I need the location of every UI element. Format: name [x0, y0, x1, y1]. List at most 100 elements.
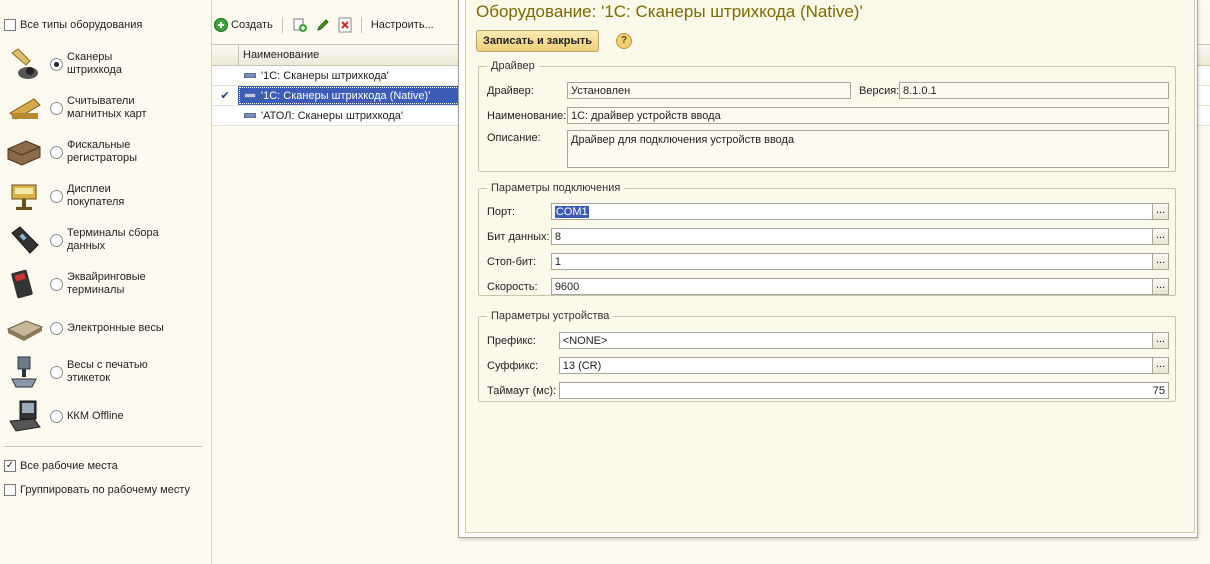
- device-group-legend: Параметры устройства: [491, 310, 610, 322]
- dialog-title: Оборудование: '1С: Сканеры штрихкода (Na…: [476, 2, 863, 21]
- type-radio-magnetic-card-readers[interactable]: [50, 101, 63, 115]
- port-select-button[interactable]: ...: [1153, 203, 1169, 220]
- connection-group: Параметры подключения Порт: COM1 ... Бит…: [478, 182, 1176, 296]
- type-item-acquiring-terminals[interactable]: Эквайринговые терминалы: [6, 264, 206, 304]
- driver-field[interactable]: Установлен: [567, 82, 851, 99]
- group-by-workplace-checkbox-box[interactable]: [4, 484, 16, 496]
- description-label: Описание:: [487, 132, 541, 144]
- type-label: Фискальные регистраторы: [67, 139, 137, 164]
- all-workplaces-checkbox-box[interactable]: ✓: [4, 460, 16, 472]
- name-label: Наименование:: [487, 109, 567, 122]
- data-terminal-icon: [6, 223, 44, 257]
- data-bits-row: Бит данных: 8 ...: [487, 227, 1169, 246]
- plus-circle-icon: [214, 18, 228, 32]
- configure-label: Настроить...: [370, 19, 434, 31]
- description-field[interactable]: Драйвер для подключения устройств ввода: [567, 130, 1169, 168]
- driver-group-legend: Драйвер: [491, 60, 535, 72]
- speed-field[interactable]: 9600: [550, 278, 1154, 295]
- all-types-checkbox-box[interactable]: [4, 19, 16, 31]
- type-radio-label-scales[interactable]: [50, 365, 63, 379]
- port-label: Порт:: [487, 205, 515, 218]
- type-label: Считыватели магнитных карт: [67, 95, 147, 120]
- port-value: COM1: [554, 206, 589, 218]
- all-types-checkbox[interactable]: Все типы оборудования: [4, 19, 142, 31]
- help-icon[interactable]: ?: [616, 33, 632, 49]
- stop-bits-label: Стоп-бит:: [487, 255, 537, 268]
- delete-icon: [338, 17, 352, 33]
- type-label: Весы с печатью этикеток: [67, 359, 148, 384]
- type-item-data-terminals[interactable]: Терминалы сбора данных: [6, 220, 206, 260]
- type-radio-barcode-scanners[interactable]: [50, 57, 63, 71]
- timeout-row: Таймаут (мс): 75: [487, 381, 1169, 400]
- port-field[interactable]: COM1: [550, 203, 1154, 220]
- timeout-label: Таймаут (мс):: [487, 384, 557, 397]
- stop-bits-select-button[interactable]: ...: [1153, 253, 1169, 270]
- all-types-label: Все типы оборудования: [20, 19, 143, 31]
- mark-column-header: [212, 45, 239, 65]
- type-item-fiscal-registers[interactable]: Фискальные регистраторы: [6, 132, 206, 172]
- delete-button[interactable]: [336, 17, 354, 33]
- type-radio-fiscal-registers[interactable]: [50, 145, 63, 159]
- type-radio-data-terminals[interactable]: [50, 233, 63, 247]
- item-icon: [244, 73, 256, 78]
- prefix-select-button[interactable]: ...: [1153, 332, 1169, 349]
- version-label: Версия:: [859, 84, 900, 97]
- type-label: Электронные весы: [67, 321, 164, 334]
- type-item-magnetic-card-readers[interactable]: Считыватели магнитных карт: [6, 88, 206, 128]
- driver-group: Драйвер Драйвер: Установлен Версия: 8.1.…: [478, 60, 1176, 172]
- type-label: Сканеры штрихкода: [67, 51, 122, 76]
- suffix-label: Суффикс:: [487, 359, 539, 372]
- equipment-types-panel: Все типы оборудования Сканеры штрихкода …: [0, 0, 212, 564]
- type-radio-acquiring-terminals[interactable]: [50, 277, 63, 291]
- all-workplaces-checkbox[interactable]: ✓ Все рабочие места: [4, 460, 118, 472]
- equipment-dialog: Оборудование: '1С: Сканеры штрихкода (Na…: [458, 0, 1198, 538]
- create-button[interactable]: Создать: [212, 18, 275, 32]
- prefix-field[interactable]: <NONE>: [558, 332, 1154, 349]
- row-name: '1С: Сканеры штрихкода (Native)': [261, 89, 431, 102]
- fiscal-register-icon: [6, 135, 44, 169]
- create-label: Создать: [231, 19, 273, 31]
- type-item-kkm-offline[interactable]: ККМ Offline: [6, 396, 206, 436]
- group-by-workplace-label: Группировать по рабочему месту: [20, 484, 191, 496]
- group-by-workplace-checkbox[interactable]: Группировать по рабочему месту: [4, 484, 190, 496]
- description-row: Описание: Драйвер для подключения устрой…: [487, 130, 1169, 168]
- edit-button[interactable]: [314, 18, 332, 32]
- list-toolbar: Создать Настроить...: [212, 14, 436, 36]
- type-label: ККМ Offline: [67, 409, 124, 422]
- type-radio-kkm-offline[interactable]: [50, 409, 63, 423]
- copy-add-icon: [293, 18, 307, 32]
- row-name: '1С: Сканеры штрихкода': [261, 69, 389, 82]
- toolbar-separator: [360, 17, 362, 33]
- data-bits-select-button[interactable]: ...: [1153, 228, 1169, 245]
- type-radio-electronic-scales[interactable]: [50, 321, 63, 335]
- toolbar-separator: [281, 17, 283, 33]
- speed-select-button[interactable]: ...: [1153, 278, 1169, 295]
- stop-bits-field[interactable]: 1: [550, 253, 1154, 270]
- type-item-label-scales[interactable]: Весы с печатью этикеток: [6, 352, 206, 392]
- name-row: Наименование: 1С: драйвер устройств ввод…: [487, 106, 1169, 125]
- suffix-row: Суффикс: 13 (CR) ...: [487, 356, 1169, 375]
- type-radio-customer-displays[interactable]: [50, 189, 63, 203]
- electronic-scales-icon: [6, 311, 44, 345]
- barcode-scanner-icon: [6, 47, 44, 81]
- type-item-electronic-scales[interactable]: Электронные весы: [6, 308, 206, 348]
- customer-display-icon: [6, 179, 44, 213]
- copy-button[interactable]: [290, 17, 310, 33]
- suffix-field[interactable]: 13 (CR): [558, 357, 1154, 374]
- configure-button[interactable]: Настроить...: [369, 19, 436, 31]
- save-and-close-button[interactable]: Записать и закрыть: [476, 30, 600, 52]
- label-scales-icon: [6, 355, 44, 389]
- port-row: Порт: COM1 ...: [487, 202, 1169, 221]
- device-group: Параметры устройства Префикс: <NONE> ...…: [478, 310, 1176, 402]
- type-item-customer-displays[interactable]: Дисплеи покупателя: [6, 176, 206, 216]
- speed-label: Скорость:: [487, 280, 538, 293]
- timeout-field[interactable]: 75: [558, 382, 1169, 399]
- version-field[interactable]: 8.1.0.1: [899, 82, 1169, 99]
- type-item-barcode-scanners[interactable]: Сканеры штрихкода: [6, 44, 206, 84]
- name-field[interactable]: 1С: драйвер устройств ввода: [567, 107, 1169, 124]
- data-bits-label: Бит данных:: [487, 230, 550, 243]
- item-icon: [244, 93, 256, 98]
- suffix-select-button[interactable]: ...: [1153, 357, 1169, 374]
- data-bits-field[interactable]: 8: [550, 228, 1154, 245]
- name-column-header[interactable]: Наименование: [239, 45, 464, 65]
